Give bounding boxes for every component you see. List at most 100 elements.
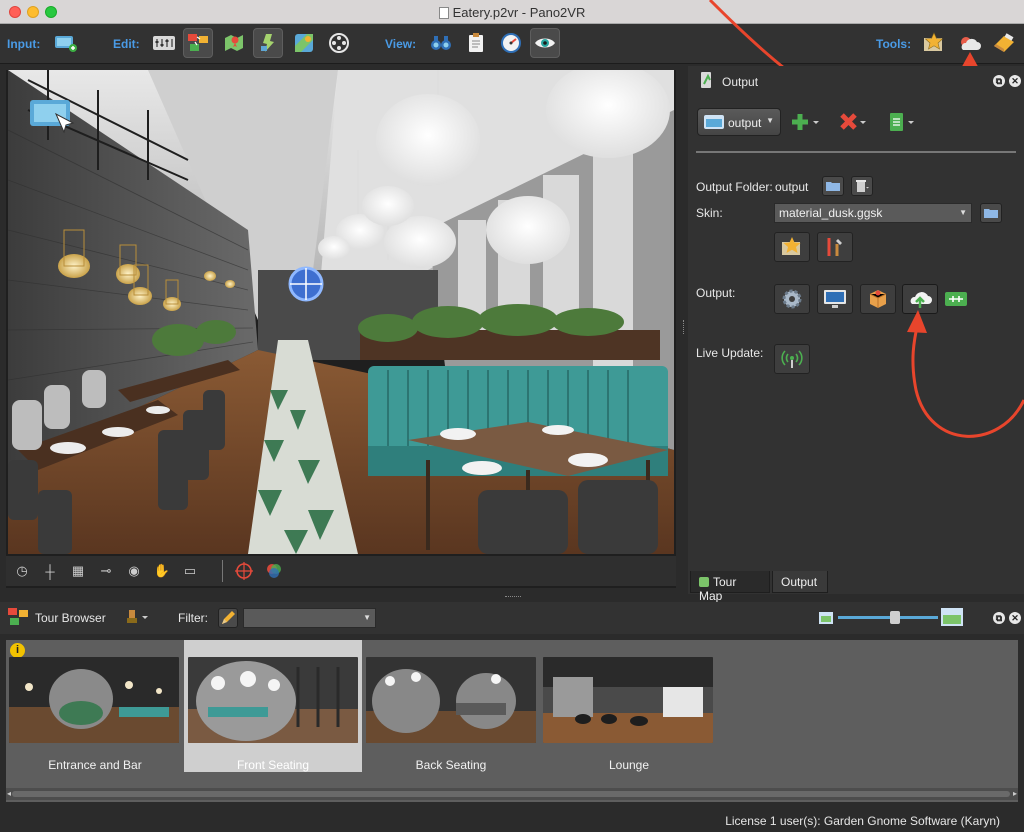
tour-browser-list: i Entrance and Bar Front Seating Back Se…	[6, 640, 1018, 802]
ruler-button[interactable]: ⊸	[96, 561, 116, 581]
grid-button[interactable]: ▦	[68, 561, 88, 581]
film-reel-icon	[329, 33, 349, 53]
scroll-left-icon[interactable]: ◂	[7, 789, 11, 798]
tool-cloud-button[interactable]	[955, 28, 985, 58]
hand-button[interactable]: ✋	[152, 561, 172, 581]
eye-view-button[interactable]: ◉	[124, 561, 144, 581]
crosshair-button[interactable]: ┼	[40, 561, 60, 581]
remove-icon	[840, 113, 866, 130]
trash-icon	[856, 180, 869, 192]
license-text: License 1 user(s): Garden Gnome Software…	[725, 814, 1000, 828]
target-button[interactable]	[234, 561, 254, 581]
plugin-button[interactable]	[944, 290, 968, 308]
thumbnail-size-slider[interactable]	[838, 616, 938, 619]
stamp-icon	[127, 610, 148, 623]
package-icon	[869, 290, 887, 308]
gear-icon	[782, 289, 802, 309]
compass-icon: ◷	[16, 563, 28, 578]
thumbnail-back-seating[interactable]: Back Seating	[362, 640, 540, 772]
skin-label: Skin:	[696, 206, 723, 220]
color-button[interactable]	[264, 561, 284, 581]
tour-browser-edit-button[interactable]	[183, 28, 213, 58]
thumbnail-front-seating[interactable]: Front Seating	[184, 640, 362, 772]
thumbnail-lounge[interactable]: Lounge	[540, 640, 718, 772]
crosshair-icon: ┼	[45, 563, 55, 579]
tab-output[interactable]: Output	[772, 571, 828, 593]
output-format-value: output	[728, 116, 762, 130]
view-eye-button[interactable]	[530, 28, 560, 58]
view-notes-button[interactable]	[461, 28, 491, 58]
output-package-button[interactable]	[860, 284, 896, 314]
tour-browser-header: Tour Browser Filter: ▼ ⧉ ✕	[0, 602, 1024, 634]
upload-cloud-button[interactable]	[902, 284, 938, 314]
clipboard-icon	[469, 33, 483, 52]
undock-icon[interactable]: ⧉	[993, 75, 1005, 87]
color-icon	[267, 564, 281, 578]
google-maps-button[interactable]	[289, 28, 319, 58]
tour-browser-sort-button[interactable]	[126, 608, 152, 628]
browse-skin-button[interactable]	[980, 203, 1002, 223]
open-folder-button[interactable]	[822, 176, 844, 196]
viewing-parameters-button[interactable]	[149, 28, 179, 58]
chevron-down-icon: ▼	[959, 208, 967, 217]
map-pin-icon	[225, 35, 243, 51]
output-folder-label: Output Folder:	[696, 180, 773, 194]
live-update-label: Live Update:	[696, 346, 764, 360]
tab-tour-map[interactable]: Tour Map	[690, 571, 770, 603]
skin-editor-button[interactable]	[253, 28, 283, 58]
skin-select[interactable]: material_dusk.ggsk ▼	[774, 203, 972, 223]
filter-tag-button[interactable]	[218, 608, 238, 628]
input-label: Input:	[7, 37, 41, 51]
viewer-toolbar: ◷ ┼ ▦ ⊸ ◉ ✋ ▭	[6, 556, 676, 586]
output-panel-title: Output	[722, 75, 759, 89]
vertical-splitter[interactable]	[683, 320, 686, 334]
panorama-view-button[interactable]: ▭	[180, 561, 200, 581]
output-panel-icon	[701, 72, 711, 88]
add-panorama-button[interactable]	[50, 28, 80, 58]
tool-eraser-button[interactable]	[989, 28, 1019, 58]
plus-icon	[792, 114, 819, 130]
filter-select[interactable]: ▼	[243, 608, 376, 628]
star-map-icon	[924, 32, 944, 51]
restaurant-panorama-image	[8, 70, 674, 554]
tour-browser-title: Tour Browser	[35, 611, 106, 625]
monitor-icon	[824, 290, 846, 308]
edit-label: Edit:	[113, 37, 140, 51]
close-panel-icon[interactable]: ✕	[1009, 612, 1021, 624]
grid-icon: ▦	[71, 563, 85, 578]
scrollbar-thumb[interactable]	[12, 791, 1010, 797]
output-format-select[interactable]: output ▼	[697, 108, 781, 136]
output-preview-button[interactable]	[817, 284, 853, 314]
thumbnail-label: Front Seating	[236, 758, 310, 772]
undock-icon[interactable]: ⧉	[993, 612, 1005, 624]
view-gauge-button[interactable]	[496, 28, 526, 58]
tool-star-button[interactable]	[919, 28, 949, 58]
compass-button[interactable]: ◷	[12, 561, 32, 581]
thumbnail-size-slider-handle[interactable]	[890, 611, 900, 624]
panorama-viewer[interactable]	[8, 70, 674, 554]
scroll-right-icon[interactable]: ▸	[1013, 789, 1017, 798]
main-toolbar: Input: Edit: View: Tools:	[0, 24, 1024, 64]
output-settings-button[interactable]	[774, 284, 810, 314]
horizontal-scrollbar[interactable]: ◂ ▸	[6, 788, 1018, 800]
output-label: Output:	[696, 286, 736, 300]
skin-tools-button[interactable]	[817, 232, 853, 262]
target-icon	[235, 562, 253, 580]
skin-editor-open-button[interactable]	[774, 232, 810, 262]
tools-icon	[827, 238, 842, 256]
video-button[interactable]	[324, 28, 354, 58]
view-binoculars-button[interactable]	[426, 28, 456, 58]
panel-divider	[696, 151, 1016, 153]
horizontal-splitter[interactable]	[505, 596, 521, 598]
add-output-button[interactable]	[792, 112, 822, 132]
close-panel-icon[interactable]: ✕	[1009, 75, 1021, 87]
map-edit-button[interactable]	[219, 28, 249, 58]
output-document-button[interactable]	[888, 112, 918, 132]
thumbnail-entrance-and-bar[interactable]: Entrance and Bar	[6, 640, 184, 772]
remove-output-button[interactable]	[840, 112, 870, 132]
tour-browser-icon	[8, 608, 28, 625]
cloud-icon	[961, 37, 981, 50]
live-update-button[interactable]	[774, 344, 810, 374]
status-bar: License 1 user(s): Garden Gnome Software…	[0, 808, 1024, 832]
delete-folder-button[interactable]	[851, 176, 873, 196]
